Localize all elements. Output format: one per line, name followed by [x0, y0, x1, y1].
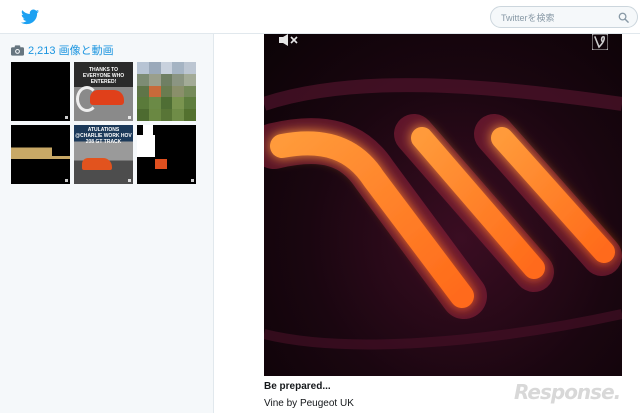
mute-icon[interactable]: [278, 34, 300, 46]
thumbnail-car: [90, 90, 124, 105]
thumbnail-block: [52, 145, 70, 156]
corner-mark: [128, 116, 131, 119]
corner-mark: [65, 116, 68, 119]
media-thumbnail[interactable]: [137, 125, 196, 184]
vine-video-player[interactable]: [264, 34, 622, 376]
media-thumbnail[interactable]: ATULATIONS @CHARLIE WORK HOV 208 GT TRAC…: [74, 125, 133, 184]
top-navigation-bar: Twitterを検索: [0, 0, 640, 34]
media-thumbnail[interactable]: THANKS TO EVERYONE WHO ENTERED!: [74, 62, 133, 121]
thumbnail-car: [155, 159, 167, 169]
corner-mark: [191, 179, 194, 182]
thumbnail-caption: ATULATIONS @CHARLIE WORK HOV 208 GT TRAC…: [75, 127, 132, 145]
tweet-source[interactable]: Vine by Peugeot UK: [264, 398, 354, 409]
search-placeholder: Twitterを検索: [501, 13, 555, 23]
corner-mark: [65, 179, 68, 182]
search-icon[interactable]: [618, 12, 629, 23]
media-thumbnail[interactable]: [137, 62, 196, 121]
media-thumbnail[interactable]: [11, 62, 70, 121]
thumbnail-white-block: [143, 125, 153, 135]
media-thumbnail[interactable]: [11, 125, 70, 184]
thumbnail-car: [82, 158, 112, 170]
tweet-title: Be prepared...: [264, 381, 331, 392]
media-count-link[interactable]: 2,213 画像と動画: [28, 42, 114, 58]
vine-logo-icon: [592, 34, 608, 50]
camera-icon: [11, 44, 24, 56]
thumbnail-caption: THANKS TO EVERYONE WHO ENTERED!: [82, 67, 125, 85]
media-thumbnail-grid: THANKS TO EVERYONE WHO ENTERED! ATULATIO…: [11, 62, 197, 184]
corner-mark: [128, 179, 131, 182]
response-watermark-logo: Response.: [514, 380, 621, 404]
media-header[interactable]: 2,213 画像と動画: [11, 43, 114, 57]
thumbnail-white-block: [137, 135, 155, 157]
search-input[interactable]: Twitterを検索: [490, 6, 638, 28]
twitter-bird-icon[interactable]: [21, 9, 39, 25]
video-frame-taillight: [264, 78, 622, 350]
